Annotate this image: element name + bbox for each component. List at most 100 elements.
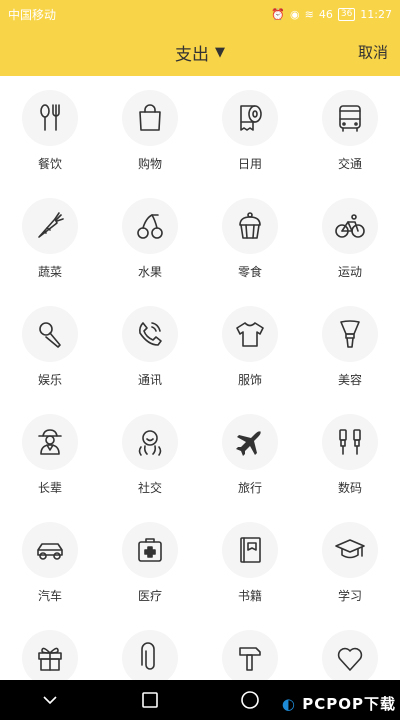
category-icon-circle: [122, 414, 178, 470]
back-chevron-icon[interactable]: [40, 690, 60, 710]
category-grid: 餐饮 购物 日用 交通 蔬菜 水果 零食 运动 娱乐 通讯 服饰 美容 长辈 社…: [0, 76, 400, 680]
car-icon: [37, 543, 63, 560]
category-label: 通讯: [137, 373, 162, 387]
airplane-icon: [236, 431, 261, 456]
category-label: 美容: [337, 373, 362, 387]
social-icon: [138, 430, 162, 456]
eye-icon: ◉: [290, 7, 300, 21]
category-icon-circle: [22, 90, 78, 146]
carrier-name: 中国移动: [8, 7, 57, 22]
shopping-bag-icon: [139, 104, 161, 131]
category-label: 日用: [237, 157, 262, 171]
category-label: 汽车: [37, 589, 62, 603]
bicycle-icon: [335, 214, 365, 238]
category-item[interactable]: 交通: [300, 90, 400, 198]
paperclip-icon: [141, 642, 155, 670]
clock: 11:27: [360, 7, 392, 21]
category-item[interactable]: 购物: [100, 90, 200, 198]
category-icon-circle: [22, 630, 78, 680]
medical-kit-icon: [138, 538, 162, 562]
elder-icon: [38, 429, 62, 455]
category-item[interactable]: 通讯: [100, 306, 200, 414]
category-label: 交通: [337, 157, 362, 171]
category-label: 书籍: [237, 589, 262, 603]
category-icon-circle: [22, 414, 78, 470]
category-label: 娱乐: [37, 373, 62, 387]
category-label: 学习: [337, 589, 362, 603]
category-label: 旅行: [237, 481, 262, 495]
microphone-icon: [39, 322, 61, 348]
status-bar: 中国移动 ⏰ ◉ ≋ 46 36 11:27: [0, 0, 400, 28]
category-item[interactable]: 长辈: [0, 414, 100, 522]
category-icon-circle: [122, 306, 178, 362]
category-icon-circle: [222, 522, 278, 578]
category-icon-circle: [22, 198, 78, 254]
category-item[interactable]: 医疗: [100, 522, 200, 630]
watermark-text: PCPOP下载: [302, 695, 396, 713]
category-item[interactable]: [200, 630, 300, 680]
home-circle-icon[interactable]: [240, 690, 260, 710]
category-item[interactable]: 服饰: [200, 306, 300, 414]
cancel-button[interactable]: 取消: [358, 42, 388, 63]
category-item[interactable]: [300, 630, 400, 680]
category-icon-circle: [22, 306, 78, 362]
category-icon-circle: [222, 630, 278, 680]
category-item[interactable]: 美容: [300, 306, 400, 414]
category-item[interactable]: 学习: [300, 522, 400, 630]
category-icon-circle: [222, 90, 278, 146]
bus-icon: [339, 105, 361, 132]
type-selector[interactable]: 支出 ▼: [175, 40, 225, 65]
category-label: 餐饮: [37, 157, 62, 171]
category-label: 蔬菜: [37, 265, 62, 279]
utensils-icon: [40, 104, 60, 131]
category-item[interactable]: 书籍: [200, 522, 300, 630]
cupcake-icon: [239, 212, 261, 239]
gift-icon: [38, 647, 62, 671]
book-icon: [240, 537, 261, 563]
header: 支出 ▼ 取消: [0, 28, 400, 76]
toilet-paper-icon: [240, 105, 262, 131]
category-label: 零食: [237, 265, 262, 279]
battery-icon: 36: [337, 7, 356, 21]
category-item[interactable]: 旅行: [200, 414, 300, 522]
category-icon-circle: [322, 522, 378, 578]
category-item[interactable]: 数码: [300, 414, 400, 522]
caret-down-icon: ▼: [215, 44, 225, 60]
category-icon-circle: [322, 90, 378, 146]
makeup-brush-icon: [340, 320, 360, 348]
category-icon-circle: [122, 630, 178, 680]
category-item[interactable]: 汽车: [0, 522, 100, 630]
category-label: 长辈: [37, 481, 62, 495]
category-item[interactable]: 蔬菜: [0, 198, 100, 306]
category-icon-circle: [222, 198, 278, 254]
hammer-icon: [239, 647, 261, 671]
cherry-icon: [137, 214, 163, 239]
category-item[interactable]: [100, 630, 200, 680]
heart-icon: [337, 647, 363, 671]
category-icon-circle: [322, 198, 378, 254]
recents-square-icon[interactable]: [140, 690, 160, 710]
category-icon-circle: [22, 522, 78, 578]
category-label: 水果: [137, 265, 162, 279]
category-item[interactable]: 日用: [200, 90, 300, 198]
category-item[interactable]: 餐饮: [0, 90, 100, 198]
page-title: 支出: [175, 44, 209, 65]
category-icon-circle: [122, 522, 178, 578]
category-icon-circle: [322, 630, 378, 680]
watermark-logo-icon: ◐: [281, 695, 297, 713]
category-item[interactable]: 社交: [100, 414, 200, 522]
category-label: 购物: [137, 157, 162, 171]
category-item[interactable]: 水果: [100, 198, 200, 306]
category-item[interactable]: 零食: [200, 198, 300, 306]
category-item[interactable]: [0, 630, 100, 680]
category-item[interactable]: 娱乐: [0, 306, 100, 414]
phone-icon: [139, 322, 162, 346]
category-icon-circle: [122, 90, 178, 146]
signal-text: 46: [318, 7, 333, 21]
category-label: 数码: [337, 481, 362, 495]
category-item[interactable]: 运动: [300, 198, 400, 306]
digital-icon: [339, 429, 361, 455]
category-label: 医疗: [137, 589, 162, 603]
tshirt-icon: [236, 322, 264, 347]
category-icon-circle: [322, 306, 378, 362]
